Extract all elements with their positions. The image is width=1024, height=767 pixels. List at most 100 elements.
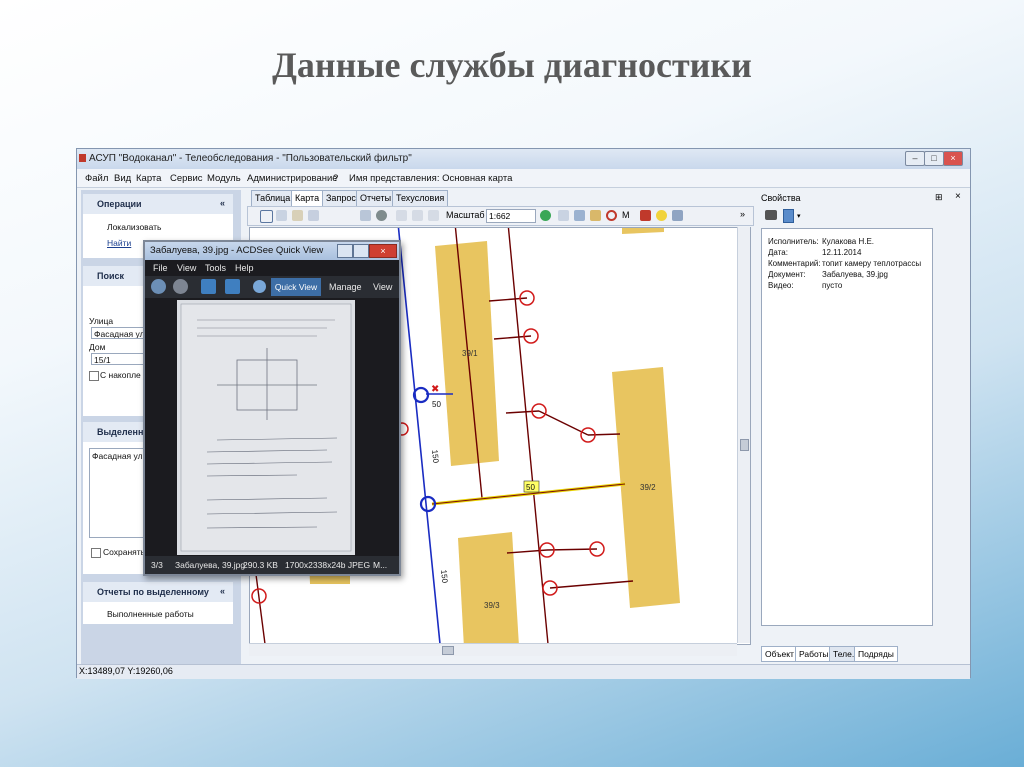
minimize-button[interactable]: – — [905, 151, 925, 166]
scroll-thumb[interactable] — [740, 439, 749, 451]
map-vertical-scrollbar[interactable] — [737, 227, 750, 643]
menu-help[interactable]: ? — [333, 173, 338, 184]
view-button[interactable]: View — [373, 282, 392, 292]
tab-works[interactable]: Работы — [795, 646, 833, 662]
bulb-icon[interactable] — [656, 210, 667, 221]
image-filename: Забалуева, 39.jpg — [175, 560, 246, 570]
next-icon[interactable] — [173, 279, 188, 294]
info-icon[interactable] — [360, 210, 371, 221]
acdsee-close-button[interactable]: × — [369, 244, 397, 258]
pipe-label-top: 50 — [432, 400, 441, 409]
tab-tech-conditions[interactable]: Техусловия — [392, 190, 449, 206]
street-input[interactable]: Фасадная ул. — [91, 327, 146, 339]
menu-module[interactable]: Модуль — [207, 173, 241, 184]
dropdown-arrow-icon[interactable]: ▾ — [797, 212, 801, 220]
branch-3[interactable] — [505, 410, 540, 414]
save-checkbox[interactable] — [91, 548, 101, 558]
branch-1[interactable] — [488, 297, 528, 302]
building-label-39-2: 39/2 — [640, 483, 656, 492]
refresh-icon[interactable] — [540, 210, 551, 221]
more-icon[interactable]: » — [740, 209, 745, 219]
operations-header[interactable]: Операции « — [83, 194, 233, 214]
zoom-out-icon[interactable] — [412, 210, 423, 221]
acdsee-menu-view[interactable]: View — [177, 263, 196, 273]
branch-4[interactable] — [538, 410, 589, 436]
acdsee-menu-tools[interactable]: Tools — [205, 263, 226, 273]
acdsee-maximize-button[interactable] — [353, 244, 369, 258]
zoom-in-icon[interactable] — [396, 210, 407, 221]
zoom-extent-icon[interactable] — [428, 210, 439, 221]
accumulate-label: С накопле — [100, 370, 141, 380]
pin-icon[interactable] — [640, 210, 651, 221]
panel-pin-icon[interactable]: ⊞ — [935, 192, 943, 203]
acdsee-menu-help[interactable]: Help — [235, 263, 254, 273]
print-icon[interactable] — [558, 210, 569, 221]
zoom-icon[interactable] — [253, 280, 266, 293]
previous-icon[interactable] — [151, 279, 166, 294]
tab-query[interactable]: Запрос — [322, 190, 360, 206]
scanned-document-image — [177, 300, 355, 555]
quick-view-button[interactable]: Quick View — [271, 278, 321, 296]
prop-document: Документ: Забалуева, 39.jpg — [768, 270, 889, 279]
prop-date: Дата: 12.11.2014 — [768, 248, 862, 257]
zoom-box-icon[interactable] — [276, 210, 287, 221]
document-icon[interactable] — [783, 209, 794, 223]
menu-view[interactable]: Вид — [114, 173, 131, 184]
edit-icon[interactable] — [590, 210, 601, 221]
map-horizontal-scrollbar[interactable] — [249, 643, 737, 656]
find-link[interactable]: Найти — [107, 238, 131, 248]
panel-close-icon[interactable]: × — [955, 191, 961, 202]
acdsee-menu-file[interactable]: File — [153, 263, 168, 273]
measure-icon[interactable] — [308, 210, 319, 221]
tab-object[interactable]: Объект — [761, 646, 798, 662]
menu-service[interactable]: Сервис — [170, 173, 203, 184]
menu-admin[interactable]: Администрирование — [247, 173, 338, 184]
tab-map[interactable]: Карта — [291, 190, 324, 206]
tab-contractors[interactable]: Подряды — [854, 646, 898, 662]
settings-icon[interactable] — [672, 210, 683, 221]
tab-reports[interactable]: Отчеты — [356, 190, 396, 206]
length-label-a: 150 — [430, 449, 440, 464]
m-button[interactable]: M — [622, 210, 630, 220]
reports-header[interactable]: Отчеты по выделенному « — [83, 582, 233, 602]
maximize-button[interactable]: □ — [924, 151, 944, 166]
properties-panel: Свойства ⊞ × ▾ Исполнитель: Кулакова Н.Е.… — [757, 190, 969, 664]
tab-table[interactable]: Таблица — [251, 190, 295, 206]
selected-list: Фасадная ул. — [89, 448, 147, 538]
image-index: 3/3 — [151, 560, 163, 570]
properties-box: Исполнитель: Кулакова Н.Е. Дата: 12.11.201… — [761, 228, 933, 626]
export-icon[interactable] — [574, 210, 585, 221]
scale-select[interactable]: 1:662 — [486, 209, 536, 223]
scroll-thumb[interactable] — [442, 646, 454, 655]
building-39-3[interactable] — [458, 532, 519, 644]
close-button[interactable]: × — [943, 151, 963, 166]
rotate-right-icon[interactable] — [225, 279, 240, 294]
accumulate-checkbox[interactable] — [89, 371, 99, 381]
list-item[interactable]: Фасадная ул. — [92, 451, 145, 461]
branch-8[interactable] — [549, 580, 634, 589]
water-main-pipe[interactable] — [397, 228, 441, 644]
collapse-icon[interactable]: « — [220, 198, 225, 208]
menu-file[interactable]: Файл — [85, 173, 108, 184]
acdsee-titlebar: Забалуева, 39.jpg - ACDSee Quick View × — [145, 242, 399, 260]
rotate-left-icon[interactable] — [201, 279, 216, 294]
completed-works-link[interactable]: Выполненные работы — [107, 609, 194, 619]
building-label-39-3: 39/3 — [484, 601, 500, 610]
menu-map[interactable]: Карта — [136, 173, 161, 184]
layers-icon[interactable] — [376, 210, 387, 221]
valve-1[interactable] — [412, 386, 430, 404]
branch-5[interactable] — [587, 433, 621, 436]
house-input[interactable]: 15/1 — [91, 353, 146, 365]
pan-icon[interactable] — [292, 210, 303, 221]
camera-icon[interactable] — [765, 210, 777, 220]
branch-2[interactable] — [493, 335, 532, 340]
building-top[interactable] — [622, 228, 664, 234]
marker-icon[interactable]: ✖ — [431, 384, 439, 395]
select-tool-icon[interactable] — [260, 210, 273, 223]
manage-button[interactable]: Manage — [329, 282, 362, 292]
menu-bar: Файл Вид Карта Сервис Модуль Администрир… — [77, 169, 970, 188]
acdsee-minimize-button[interactable] — [337, 244, 353, 258]
localize-link[interactable]: Локализовать — [107, 222, 161, 232]
target-icon[interactable] — [606, 210, 617, 221]
collapse-icon[interactable]: « — [220, 586, 225, 596]
